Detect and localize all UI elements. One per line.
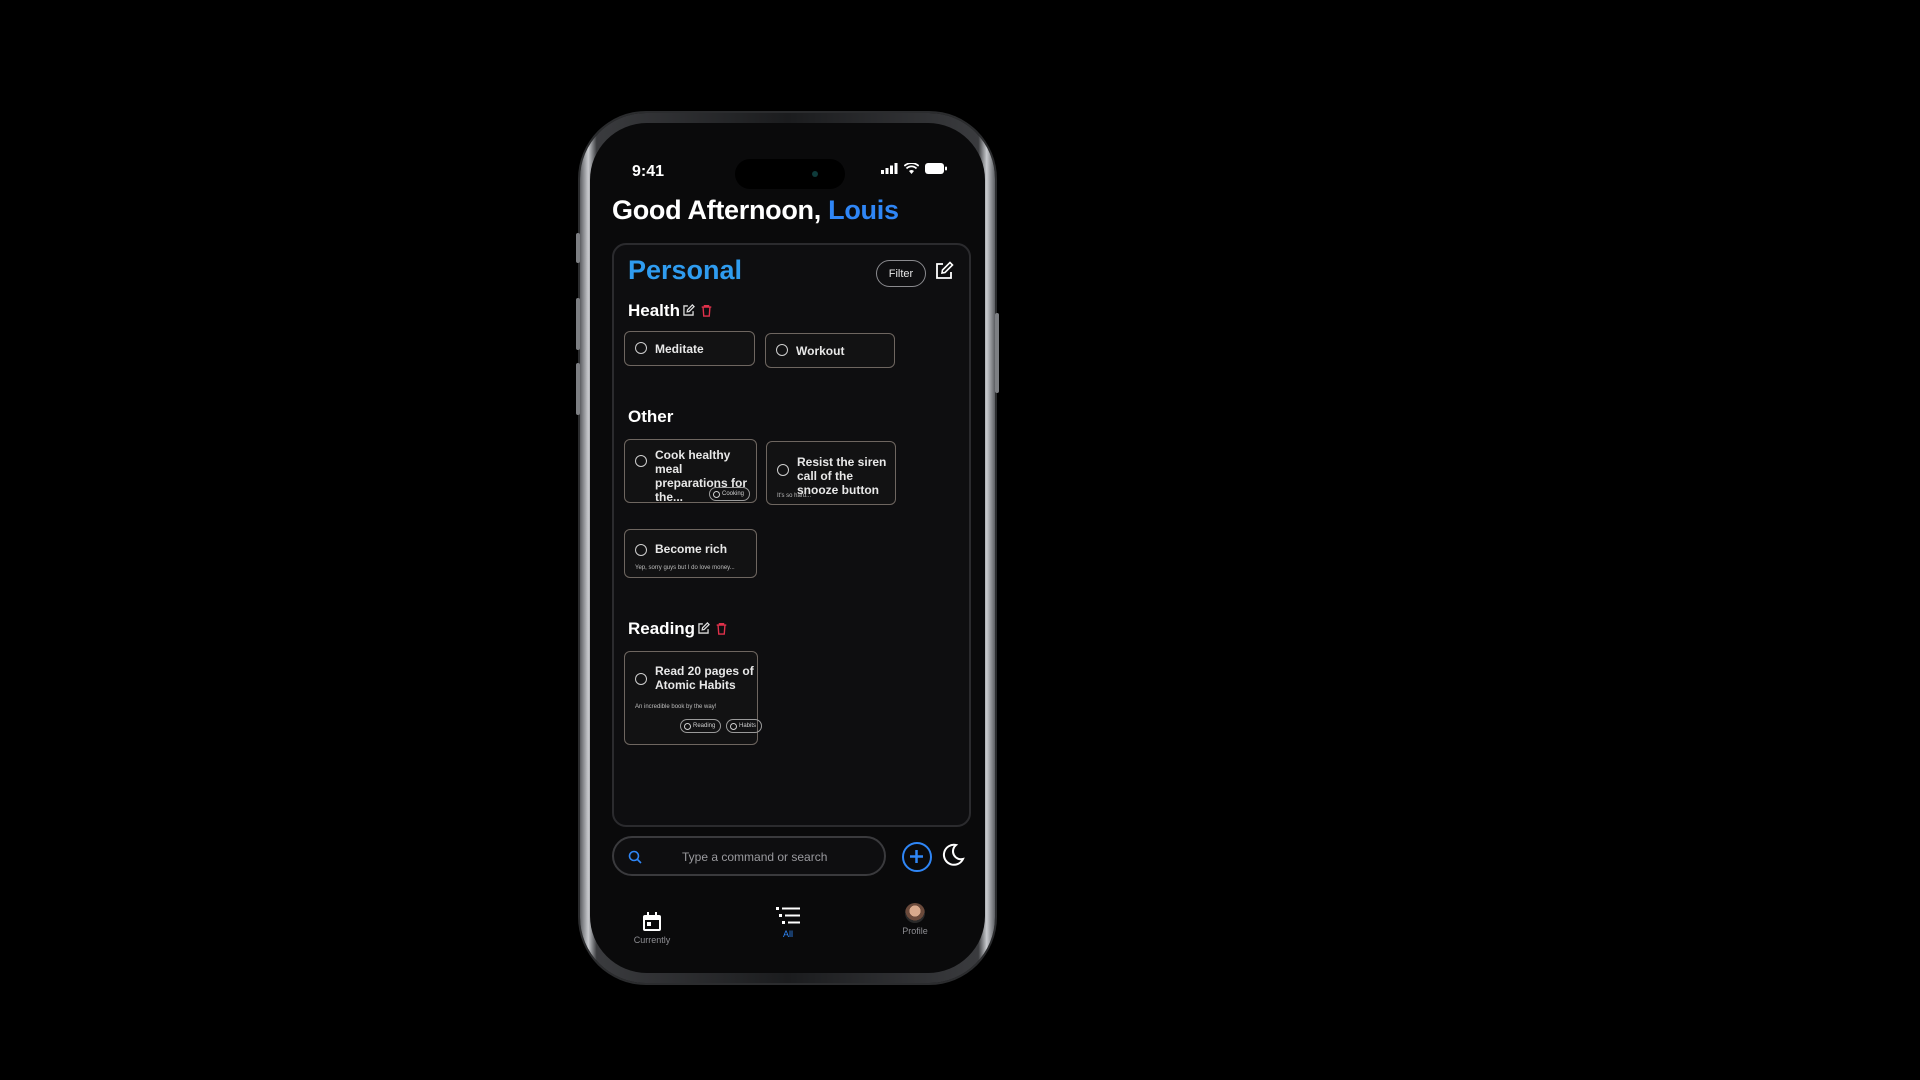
list-icon [776,907,800,924]
status-time: 9:41 [632,163,665,180]
task-card[interactable]: Meditate [624,331,755,366]
personal-panel: Personal Filter Health Meditate Workout [612,243,971,827]
tag-chip[interactable]: Habits [726,719,763,733]
task-checkbox[interactable] [776,344,788,356]
status-bar: 9:41 [590,123,985,189]
task-title: Meditate [655,342,704,356]
task-title: Workout [796,344,845,358]
dark-mode-moon-icon[interactable] [940,842,966,868]
trash-icon[interactable] [716,622,727,635]
task-title: Resist the siren call of the snooze butt… [797,455,887,497]
signal-icon [881,163,898,174]
power-button [995,313,999,393]
section-health-actions [682,304,712,317]
task-description: An incredible book by the way! [635,704,717,710]
camera-dot [812,171,818,177]
section-other-label: Other [628,407,674,426]
dynamic-island [735,159,845,189]
task-checkbox[interactable] [635,342,647,354]
battery-icon [925,163,947,174]
greeting-prefix: Good Afternoon, [612,195,829,225]
task-card[interactable]: Cook healthy meal preparations for the..… [624,439,757,504]
tab-all[interactable]: All [748,905,828,939]
task-card[interactable]: Workout [765,333,895,368]
avatar [905,903,925,923]
tab-label: All [782,929,793,939]
tab-label: Currently [633,935,671,945]
task-title: Become rich [655,542,728,556]
task-checkbox[interactable] [777,464,789,476]
status-icons [881,163,947,174]
task-card[interactable]: Resist the siren call of the snooze butt… [766,441,896,505]
greeting-name: Louis [828,195,899,225]
task-checkbox[interactable] [635,544,647,556]
wifi-icon [904,163,919,174]
task-description: It's so hard... [777,493,812,499]
add-task-button[interactable] [902,842,932,872]
task-title: Read 20 pages of Atomic Habits [655,664,754,692]
search-placeholder: Type a command or search [682,850,828,864]
volume-up-button [576,298,580,350]
tag-chip[interactable]: Reading [680,719,722,733]
tag-chip[interactable]: Cooking [709,487,751,501]
task-checkbox[interactable] [635,455,647,467]
section-health-label: Health [628,301,680,320]
section-reading-label: Reading [628,619,696,638]
phone-screen: 9:41 Good Afternoon, Louis Personal Filt… [590,123,985,973]
greeting: Good Afternoon, Louis [612,195,899,226]
tab-profile[interactable]: Profile [875,903,955,936]
volume-down-button [576,363,580,415]
task-checkbox[interactable] [635,673,647,685]
edit-list-icon[interactable] [934,261,954,281]
trash-icon[interactable] [701,304,712,317]
section-reading-actions [697,622,727,635]
command-search-bar[interactable]: Type a command or search [612,836,886,876]
tab-currently[interactable]: Currently [612,911,692,945]
edit-icon[interactable] [682,304,695,317]
task-description: Yep, sorry guys but I do love money... [635,565,735,571]
calendar-icon [643,912,661,931]
phone-frame: 9:41 Good Afternoon, Louis Personal Filt… [576,113,999,983]
task-card[interactable]: Become rich Yep, sorry guys but I do lov… [624,529,757,578]
edit-icon[interactable] [697,622,710,635]
search-icon [628,850,642,864]
panel-title: Personal [628,255,743,285]
action-button [576,233,580,263]
filter-button[interactable]: Filter [876,260,926,287]
background: 9:41 Good Afternoon, Louis Personal Filt… [0,0,1920,1080]
plus-icon [910,850,923,863]
task-card[interactable]: Read 20 pages of Atomic Habits An incred… [624,651,763,745]
tab-label: Profile [902,926,928,936]
bottom-tab-bar: Currently All Profile [590,893,985,973]
